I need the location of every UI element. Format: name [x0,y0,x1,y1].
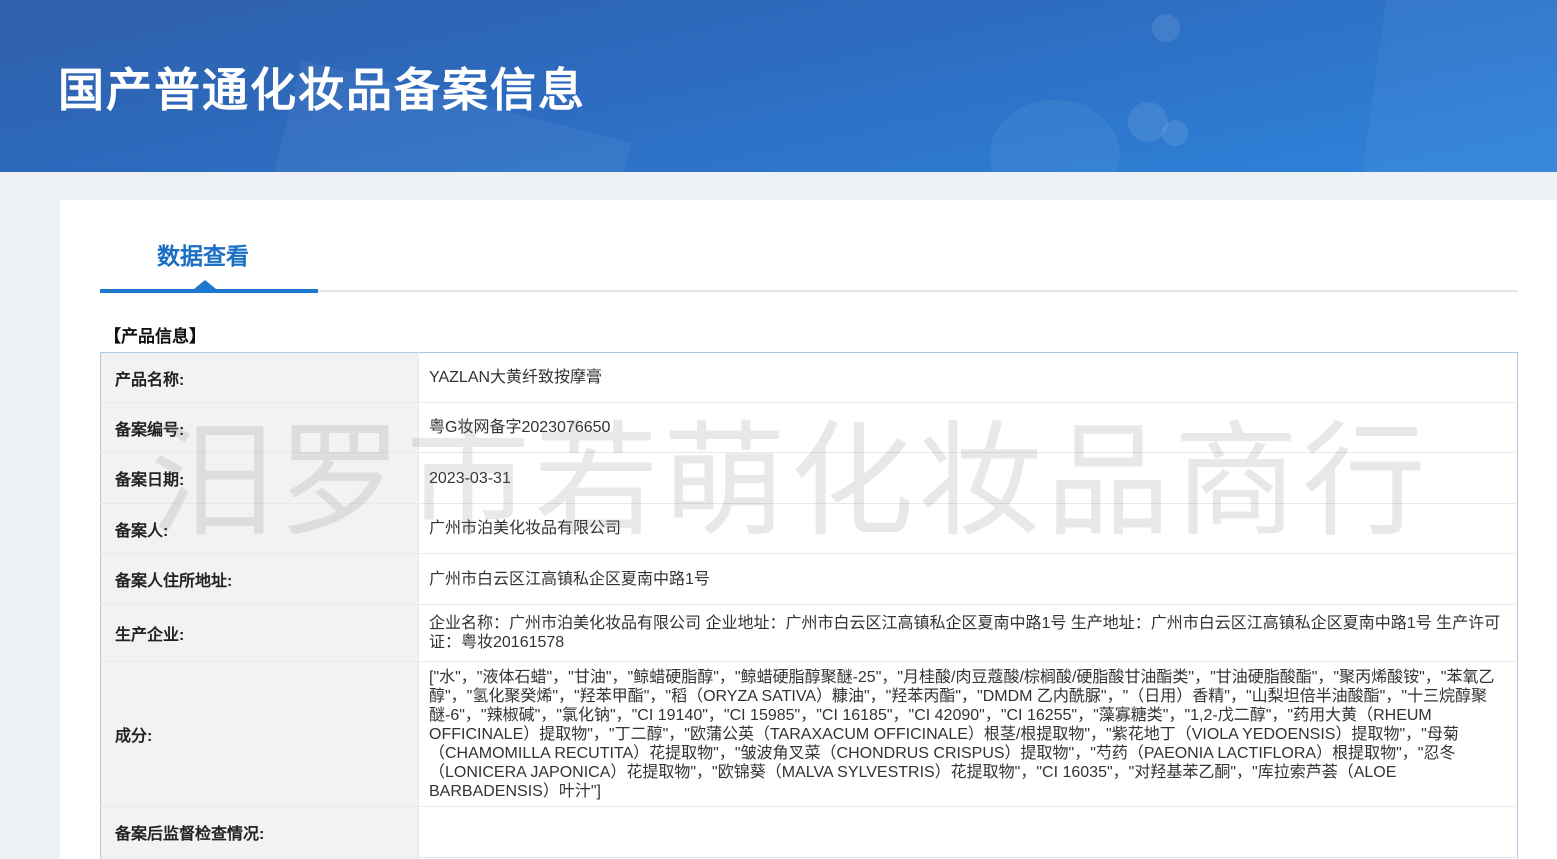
row-value: 广州市泊美化妆品有限公司 [418,503,1518,554]
row-label: 备案编号: [100,402,419,453]
row-label: 成分: [100,661,419,807]
header-decoration-blob [990,100,1120,172]
page-title: 国产普通化妆品备案信息 [58,64,586,116]
row-label: 备案人住所地址: [100,553,419,605]
row-value: YAZLAN大黄纤致按摩膏 [429,369,603,386]
row-label: 生产企业: [100,604,419,662]
table-row-post-supervision: 备案后监督检查情况: [100,806,1518,858]
tab-active-indicator [100,280,318,293]
row-value: 广州市白云区江高镇私企区夏南中路1号 [418,553,1518,605]
table-row-registrant-address: 备案人住所地址: 广州市白云区江高镇私企区夏南中路1号 [100,553,1518,605]
section-title: 【产品信息】 [104,327,206,346]
row-value: ["水"，"液体石蜡"，"甘油"，"鲸蜡硬脂醇"，"鲸蜡硬脂醇聚醚-25"，"月… [418,661,1518,807]
table-row-product-name: 产品名称: YAZLAN大黄纤致按摩膏 [100,352,1518,403]
table-row-registration-number: 备案编号: 粤G妆网备字2023076650 [100,402,1518,453]
row-value: 2023-03-31 [418,452,1518,504]
page-header: 国产普通化妆品备案信息 [0,0,1557,172]
row-value: 企业名称：广州市泊美化妆品有限公司 企业地址：广州市白云区江高镇私企区夏南中路1… [418,604,1518,662]
tab-active-triangle-icon [194,280,216,289]
row-label: 备案后监督检查情况: [100,806,419,858]
header-decoration-rect [1362,0,1557,172]
row-label: 备案人: [100,503,419,554]
tab-bar-rule [100,280,1518,293]
table-row-registrant: 备案人: 广州市泊美化妆品有限公司 [100,503,1518,554]
row-value [418,806,1518,858]
table-row-manufacturer: 生产企业: 企业名称：广州市泊美化妆品有限公司 企业地址：广州市白云区江高镇私企… [100,604,1518,662]
row-value: 粤G妆网备字2023076650 [418,402,1518,453]
header-decoration-circle [1162,120,1188,146]
table-row-registration-date: 备案日期: 2023-03-31 [100,452,1518,504]
header-decoration-circle [1128,102,1168,142]
table-row-ingredients: 成分: ["水"，"液体石蜡"，"甘油"，"鲸蜡硬脂醇"，"鲸蜡硬脂醇聚醚-25… [100,661,1518,807]
content-card: 数据查看 【产品信息】 产品名称: YAZLAN大黄纤致按摩膏 备案编号: 粤G… [60,200,1557,859]
product-info-table: 产品名称: YAZLAN大黄纤致按摩膏 备案编号: 粤G妆网备字20230766… [100,352,1518,859]
tab-data-view[interactable]: 数据查看 [157,237,249,271]
header-decoration-circle [1152,14,1180,42]
row-label: 备案日期: [100,452,419,504]
row-label: 产品名称: [100,352,419,403]
